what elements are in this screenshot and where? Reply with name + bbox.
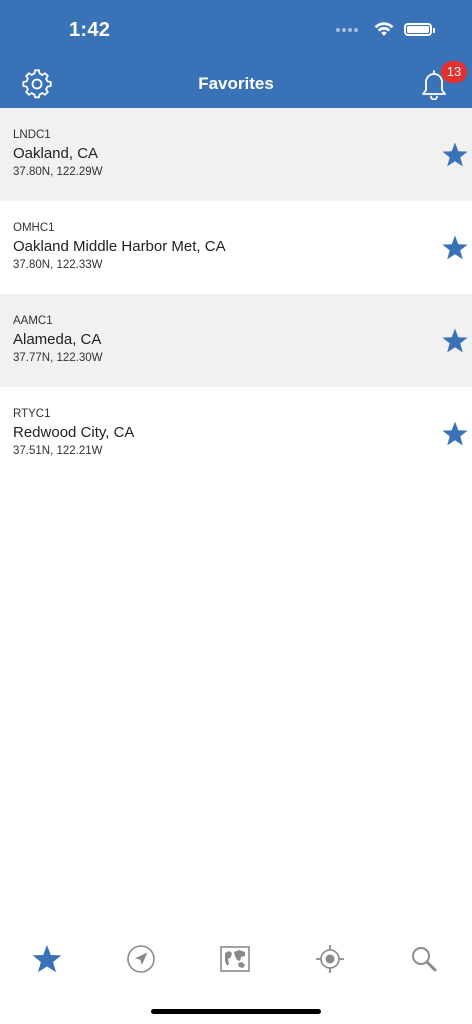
station-coords: 37.51N, 122.21W	[13, 445, 103, 457]
station-coords: 37.77N, 122.30W	[13, 352, 103, 364]
wifi-icon	[374, 22, 394, 36]
list-item[interactable]: OMHC1 Oakland Middle Harbor Met, CA 37.8…	[0, 201, 472, 294]
station-name: Alameda, CA	[13, 331, 102, 348]
station-name: Redwood City, CA	[13, 424, 135, 441]
star-icon[interactable]	[441, 420, 469, 448]
tab-map-world-map-icon[interactable]	[219, 943, 251, 975]
station-coords: 37.80N, 122.29W	[13, 166, 103, 178]
favorites-list: LNDC1 Oakland, CA 37.80N, 122.29W OMHC1 …	[0, 108, 472, 480]
page-title: Favorites	[198, 74, 274, 93]
list-item[interactable]: AAMC1 Alameda, CA 37.77N, 122.30W	[0, 294, 472, 387]
tab-favorites-star-icon[interactable]	[31, 943, 63, 975]
home-indicator	[151, 1009, 321, 1014]
tab-search-icon[interactable]	[408, 943, 440, 975]
station-name: Oakland, CA	[13, 145, 99, 162]
tab-locate-crosshair-icon[interactable]	[314, 943, 346, 975]
app-screen: 1:42 Favorites 13 LNDC1 Oakland, CA 37.8…	[0, 0, 472, 1024]
star-icon[interactable]	[441, 327, 469, 355]
star-icon[interactable]	[441, 234, 469, 262]
station-coords: 37.80N, 122.33W	[13, 259, 103, 271]
notification-badge: 13	[441, 61, 467, 83]
list-item[interactable]: LNDC1 Oakland, CA 37.80N, 122.29W	[0, 108, 472, 201]
header: 1:42 Favorites 13	[0, 0, 472, 108]
star-icon[interactable]	[441, 141, 469, 169]
status-icons	[336, 22, 435, 37]
signal-icon	[336, 27, 358, 32]
tab-nearby-location-arrow-icon[interactable]	[125, 943, 157, 975]
station-id: LNDC1	[13, 129, 51, 141]
station-id: RTYC1	[13, 408, 51, 420]
station-name: Oakland Middle Harbor Met, CA	[13, 238, 226, 255]
tab-bar	[0, 935, 472, 985]
station-id: OMHC1	[13, 222, 55, 234]
battery-icon	[404, 23, 435, 36]
status-time: 1:42	[69, 19, 111, 41]
station-id: AAMC1	[13, 315, 53, 327]
list-item[interactable]: RTYC1 Redwood City, CA 37.51N, 122.21W	[0, 387, 472, 480]
